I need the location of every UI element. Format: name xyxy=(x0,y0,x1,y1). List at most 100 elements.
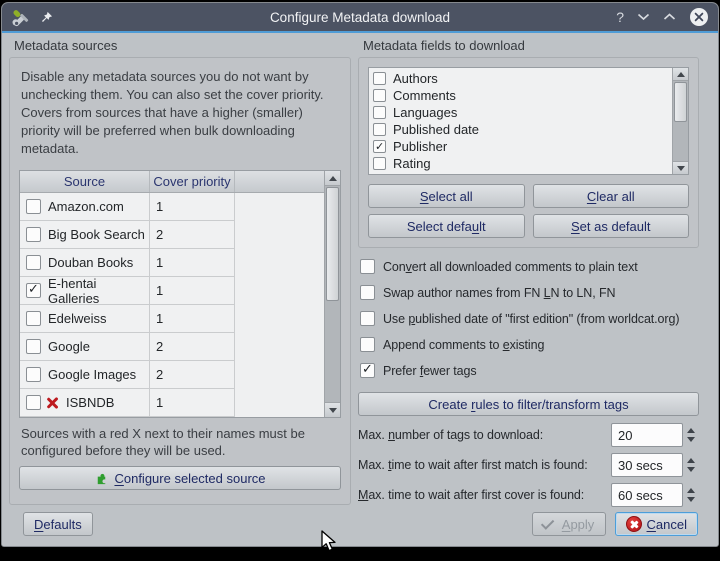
scrollbar-thumb[interactable] xyxy=(674,82,687,122)
scroll-down-button[interactable] xyxy=(325,402,340,417)
field-checkbox[interactable] xyxy=(373,89,386,102)
source-row[interactable]: E-hentai Galleries 1 xyxy=(20,277,235,305)
option-label: Prefer fewer tags xyxy=(383,364,476,378)
select-default-button[interactable]: Select default xyxy=(368,214,525,238)
scrollbar-thumb[interactable] xyxy=(326,187,339,301)
spin-down-icon[interactable] xyxy=(687,437,695,442)
source-enabled-checkbox[interactable] xyxy=(26,367,41,382)
column-header-source[interactable]: Source xyxy=(20,171,150,192)
source-enabled-checkbox[interactable] xyxy=(26,283,41,298)
shade-chevron-down-icon[interactable] xyxy=(637,13,650,21)
cover-priority-cell[interactable]: 1 xyxy=(150,389,235,417)
source-row[interactable]: Edelweiss 1 xyxy=(20,305,235,333)
field-checkbox[interactable] xyxy=(373,157,386,170)
field-item[interactable]: Authors xyxy=(369,70,672,87)
field-checkbox[interactable] xyxy=(373,140,386,153)
spinner-value[interactable]: 60 secs xyxy=(611,483,683,507)
source-name: ISBNDB xyxy=(66,395,114,410)
create-rules-label: Create rules to filter/transform tags xyxy=(428,397,628,412)
spinner-row: Max. time to wait after first cover is f… xyxy=(358,483,699,507)
clear-all-button[interactable]: Clear all xyxy=(533,184,690,208)
option-checkbox-row[interactable]: Prefer fewer tags xyxy=(360,362,699,379)
titlebar[interactable]: Configure Metadata download ? xyxy=(2,3,718,31)
spin-down-icon[interactable] xyxy=(687,467,695,472)
cover-priority-cell[interactable]: 2 xyxy=(150,221,235,249)
spinner-arrows[interactable] xyxy=(683,483,699,507)
option-label: Use published date of "first edition" (f… xyxy=(383,312,679,326)
download-options: Convert all downloaded comments to plain… xyxy=(360,258,699,379)
option-checkbox-row[interactable]: Use published date of "first edition" (f… xyxy=(360,310,699,327)
spin-up-icon[interactable] xyxy=(687,488,695,493)
spin-down-icon[interactable] xyxy=(687,497,695,502)
spin-up-icon[interactable] xyxy=(687,458,695,463)
sources-group-title: Metadata sources xyxy=(14,38,351,54)
sources-note: Sources with a red X next to their names… xyxy=(21,425,339,459)
option-label: Convert all downloaded comments to plain… xyxy=(383,260,638,274)
option-checkbox[interactable] xyxy=(360,259,375,274)
column-header-cover-priority[interactable]: Cover priority xyxy=(150,171,235,192)
close-button[interactable] xyxy=(689,7,709,27)
source-enabled-checkbox[interactable] xyxy=(26,227,41,242)
option-checkbox-row[interactable]: Swap author names from FN LN to LN, FN xyxy=(360,284,699,301)
spinner-value[interactable]: 30 secs xyxy=(611,453,683,477)
fields-list-scrollbar[interactable] xyxy=(672,68,688,174)
field-item[interactable]: Rating xyxy=(369,155,672,172)
source-row[interactable]: Douban Books 1 xyxy=(20,249,235,277)
scroll-down-button[interactable] xyxy=(673,161,688,174)
option-checkbox[interactable] xyxy=(360,363,375,378)
field-item[interactable]: Languages xyxy=(369,104,672,121)
unshade-chevron-up-icon[interactable] xyxy=(663,13,676,21)
source-name: Google Images xyxy=(48,367,136,382)
select-all-button[interactable]: Select all xyxy=(368,184,525,208)
spin-up-icon[interactable] xyxy=(687,428,695,433)
cover-priority-cell[interactable]: 1 xyxy=(150,249,235,277)
spinner-arrows[interactable] xyxy=(683,423,699,447)
source-enabled-checkbox[interactable] xyxy=(26,395,41,410)
field-item[interactable]: Publisher xyxy=(369,138,672,155)
source-enabled-checkbox[interactable] xyxy=(26,311,41,326)
field-item[interactable]: Published date xyxy=(369,121,672,138)
option-checkbox[interactable] xyxy=(360,311,375,326)
configure-selected-source-button[interactable]: Configure selected source xyxy=(19,466,341,490)
cover-priority-cell[interactable]: 1 xyxy=(150,277,235,305)
scroll-up-button[interactable] xyxy=(325,171,340,186)
field-checkbox[interactable] xyxy=(373,106,386,119)
cover-priority-cell[interactable]: 1 xyxy=(150,305,235,333)
option-checkbox[interactable] xyxy=(360,337,375,352)
spinner-arrows[interactable] xyxy=(683,453,699,477)
sources-table-scrollbar[interactable] xyxy=(324,171,340,417)
set-as-default-button[interactable]: Set as default xyxy=(533,214,690,238)
source-name: E-hentai Galleries xyxy=(48,276,149,306)
field-label: Rating xyxy=(393,156,431,171)
spinner-value[interactable]: 20 xyxy=(611,423,683,447)
cover-priority-cell[interactable]: 2 xyxy=(150,361,235,389)
scroll-up-button[interactable] xyxy=(673,68,688,81)
help-button[interactable]: ? xyxy=(616,10,624,24)
field-checkbox[interactable] xyxy=(373,123,386,136)
cancel-button[interactable]: Cancel xyxy=(615,512,698,536)
source-enabled-checkbox[interactable] xyxy=(26,339,41,354)
source-row[interactable]: Google 2 xyxy=(20,333,235,361)
option-checkbox[interactable] xyxy=(360,285,375,300)
fields-group-title: Metadata fields to download xyxy=(363,38,699,54)
option-checkbox-row[interactable]: Convert all downloaded comments to plain… xyxy=(360,258,699,275)
source-enabled-checkbox[interactable] xyxy=(26,199,41,214)
field-checkbox[interactable] xyxy=(373,72,386,85)
create-rules-button[interactable]: Create rules to filter/transform tags xyxy=(358,392,699,416)
source-row[interactable]: Google Images 2 xyxy=(20,361,235,389)
source-row[interactable]: Amazon.com 1 xyxy=(20,193,235,221)
screen: Configure Metadata download ? xyxy=(0,0,720,561)
pin-keep-above-icon[interactable] xyxy=(40,11,53,24)
source-row[interactable]: ISBNDB 1 xyxy=(20,389,235,417)
option-label: Swap author names from FN LN to LN, FN xyxy=(383,286,615,300)
option-checkbox-row[interactable]: Append comments to existing xyxy=(360,336,699,353)
window-title: Configure Metadata download xyxy=(2,10,718,25)
cover-priority-cell[interactable]: 1 xyxy=(150,193,235,221)
field-item[interactable]: Comments xyxy=(369,87,672,104)
defaults-button[interactable]: Defaults xyxy=(23,512,93,536)
source-row[interactable]: Big Book Search 2 xyxy=(20,221,235,249)
source-enabled-checkbox[interactable] xyxy=(26,255,41,270)
cover-priority-cell[interactable]: 2 xyxy=(150,333,235,361)
sources-table: Source Cover priority xyxy=(19,170,341,418)
field-label: Comments xyxy=(393,88,456,103)
